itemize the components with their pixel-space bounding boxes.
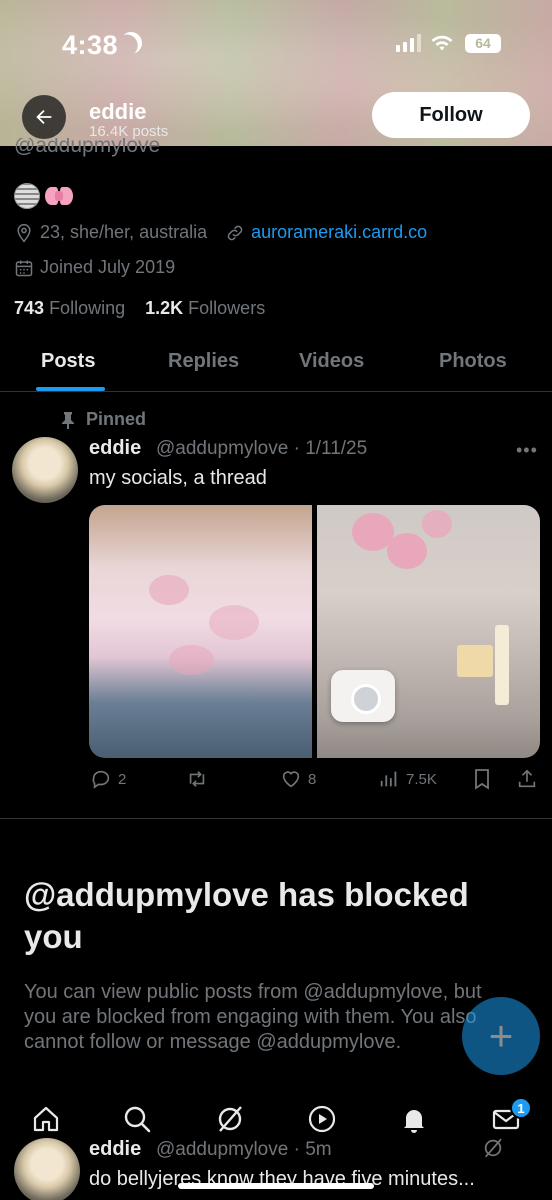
wifi-icon (431, 35, 453, 51)
more-icon[interactable]: ••• (516, 440, 538, 461)
bookmark-icon (475, 769, 489, 790)
camera-photo-detail (331, 670, 395, 722)
status-bar: 4:38 64 (0, 0, 552, 90)
bio-emojis (14, 183, 74, 209)
tab-photos[interactable]: Photos (439, 350, 507, 373)
header-posts-count: 16.4K posts (89, 123, 169, 140)
follow-stats: 743 Following 1.2K Followers (14, 298, 265, 319)
retweet-button[interactable] (186, 768, 208, 790)
notifications-icon[interactable] (399, 1104, 429, 1134)
profile-tabs: Posts Replies Videos Photos (0, 340, 552, 392)
next-tweet-handle-time: @addupmylove · 5m (156, 1139, 332, 1160)
followers-link[interactable]: 1.2K Followers (145, 298, 265, 318)
next-tweet-author-name[interactable]: eddie (89, 1138, 141, 1161)
divider (0, 818, 552, 819)
share-button[interactable] (516, 768, 538, 790)
profile-meta-location: 23, she/her, australia aurorameraki.carr… (14, 222, 427, 243)
views-button[interactable]: 7.5K (378, 768, 437, 790)
avatar[interactable] (14, 1138, 80, 1200)
grok-icon[interactable] (482, 1137, 504, 1159)
follow-button[interactable]: Follow (372, 92, 530, 138)
bio-location: 23, she/her, australia (40, 222, 208, 242)
header-name: eddie (89, 99, 147, 124)
tab-posts[interactable]: Posts (41, 350, 95, 373)
back-button[interactable] (22, 95, 66, 139)
bar-chart-icon (380, 771, 397, 787)
reply-icon (92, 770, 110, 789)
blocked-title: @addupmylove has blocked you (24, 876, 469, 955)
retweet-icon (189, 771, 205, 787)
pin-icon (62, 411, 74, 429)
avatar[interactable] (12, 437, 78, 503)
battery-icon: 64 (465, 34, 501, 53)
disco-ball-icon (14, 183, 40, 209)
profile-meta-joined: Joined July 2019 (14, 257, 175, 278)
moon-icon (116, 28, 146, 58)
tweet-text: my socials, a thread (89, 467, 267, 489)
arrow-left-icon (36, 109, 52, 125)
heart-icon (282, 771, 300, 788)
pinned-label: Pinned (60, 409, 146, 430)
location-pin-icon (17, 223, 31, 242)
messages-badge: 1 (510, 1097, 532, 1119)
blocked-body: You can view public posts from @addupmyl… (24, 981, 482, 1053)
tweet-image-2[interactable] (317, 505, 540, 758)
following-link[interactable]: 743 Following (14, 298, 125, 318)
search-icon[interactable] (122, 1104, 152, 1134)
joined-date: Joined July 2019 (40, 257, 176, 277)
calendar-icon (15, 260, 33, 276)
tweet-image-1[interactable] (89, 505, 312, 758)
compose-button[interactable]: + (462, 997, 540, 1075)
tweet-handle-date: @addupmylove · 1/11/25 (156, 438, 368, 459)
grok-icon[interactable] (215, 1104, 245, 1134)
profile-handle: @addupmylove (14, 138, 161, 157)
active-tab-indicator (36, 387, 105, 391)
tab-videos[interactable]: Videos (299, 350, 364, 373)
video-icon[interactable] (307, 1104, 337, 1134)
link-icon (227, 225, 243, 240)
tweet-author-name[interactable]: eddie (89, 437, 141, 460)
status-time: 4:38 (62, 30, 119, 60)
tab-replies[interactable]: Replies (168, 350, 239, 373)
website-link[interactable]: aurorameraki.carrd.co (251, 222, 427, 243)
bookmark-button[interactable] (472, 768, 492, 790)
like-button[interactable]: 8 (280, 768, 316, 790)
signal-icon (396, 34, 421, 52)
tweet-actions: 2 8 7.5K (0, 768, 552, 798)
reply-button[interactable]: 2 (90, 768, 126, 790)
home-indicator (178, 1183, 374, 1189)
home-icon[interactable] (31, 1104, 61, 1134)
share-icon (518, 769, 536, 788)
ribbon-icon (44, 183, 74, 209)
